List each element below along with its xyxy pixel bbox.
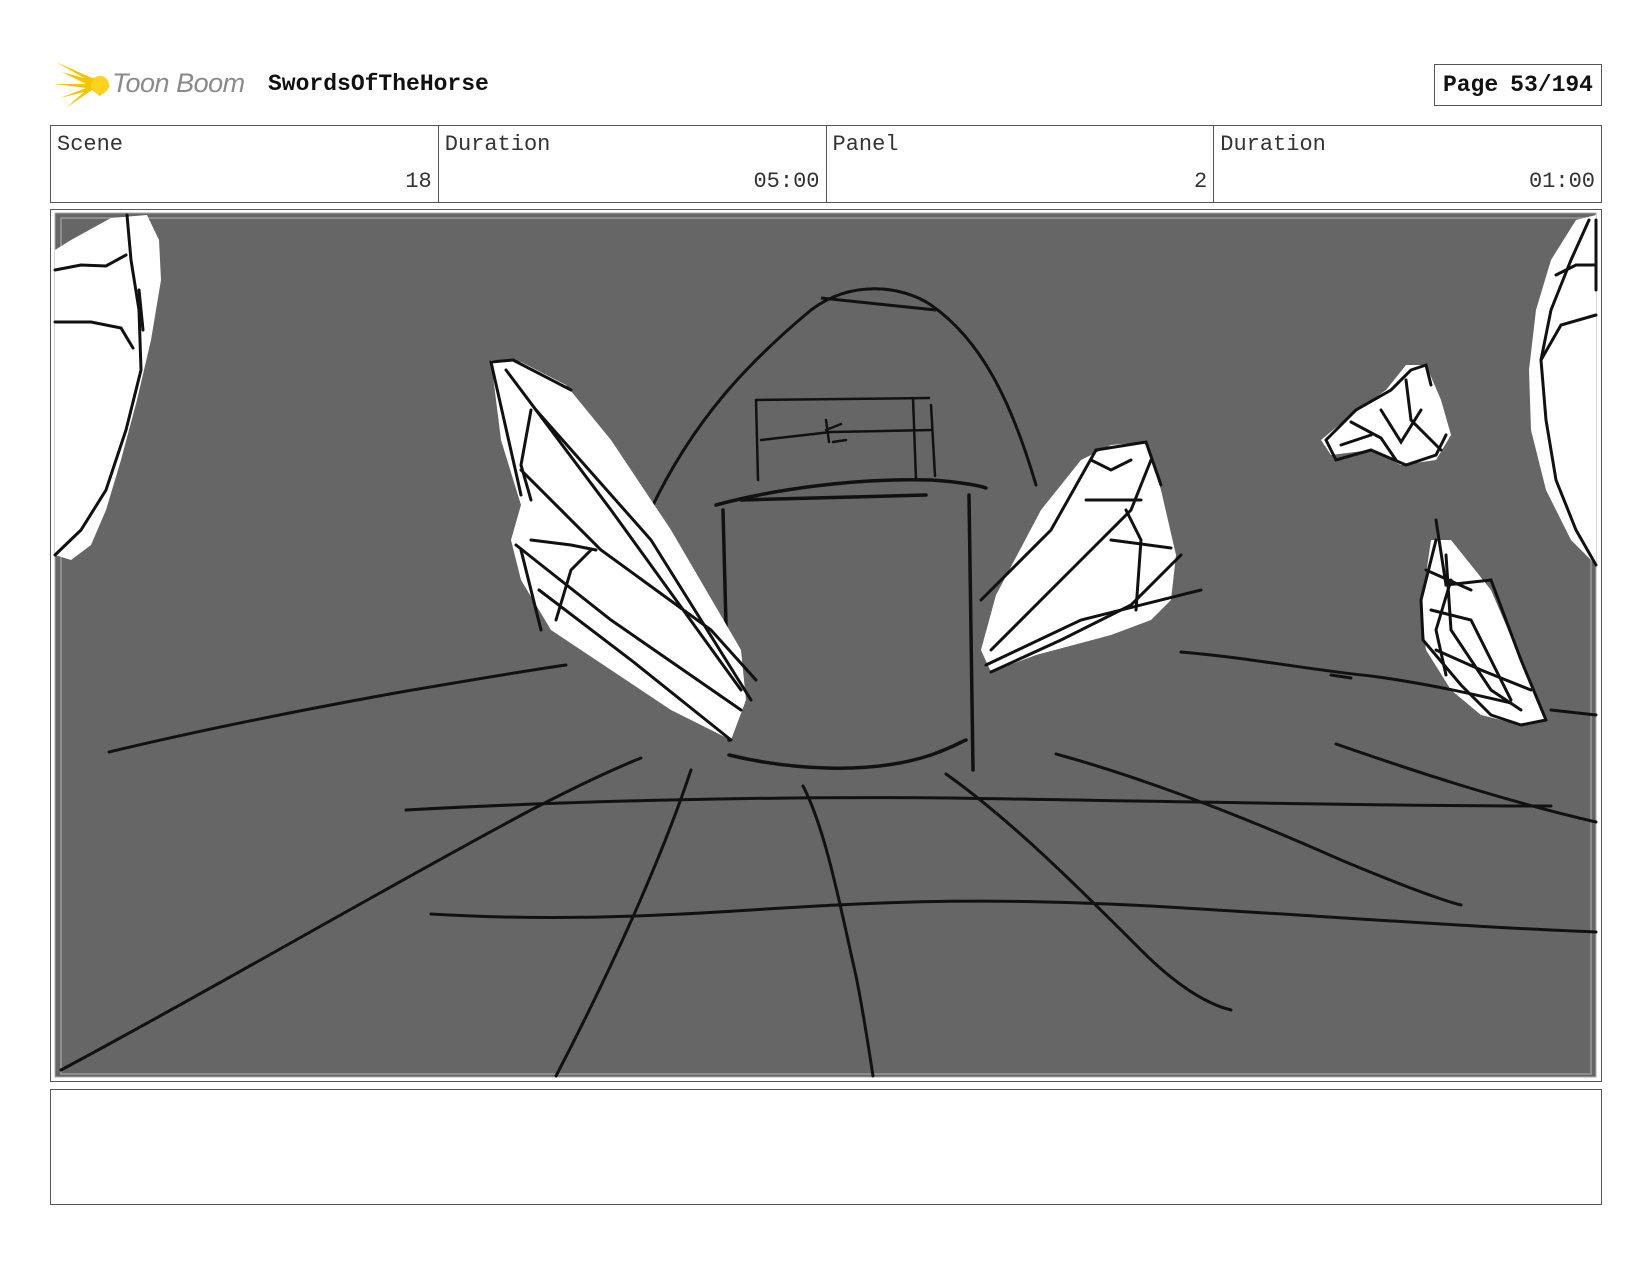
- scene-duration-value: 05:00: [753, 169, 820, 194]
- scene-duration-cell: Duration 05:00: [439, 126, 827, 202]
- scene-duration-label: Duration: [444, 132, 551, 157]
- page-header: Toon Boom SwordsOfTheHorse Page 53/194: [50, 56, 1602, 112]
- panel-value: 2: [1194, 169, 1208, 194]
- page-number: 53/194: [1510, 72, 1593, 98]
- scene-label: Scene: [57, 132, 124, 157]
- scene-value: 18: [405, 169, 432, 194]
- panel-duration-value: 01:00: [1528, 169, 1595, 194]
- starburst-icon: [54, 62, 110, 108]
- project-title: SwordsOfTheHorse: [268, 71, 489, 97]
- panel-sketch: [53, 212, 1598, 1078]
- sketch-background: [54, 212, 1597, 1078]
- brand-name: Toon Boom: [112, 68, 245, 98]
- panel-duration-cell: Duration 01:00: [1214, 126, 1601, 202]
- storyboard-panel: [50, 209, 1602, 1082]
- scene-info-table: Scene 18 Duration 05:00 Panel 2 Duration…: [50, 125, 1602, 203]
- panel-label: Panel: [832, 132, 899, 157]
- toon-boom-logo: Toon Boom: [54, 58, 254, 110]
- page-label: Page: [1442, 72, 1499, 98]
- page-indicator: Page 53/194: [1433, 64, 1602, 106]
- panel-notes: [50, 1089, 1602, 1205]
- scene-cell: Scene 18: [51, 126, 439, 202]
- panel-cell: Panel 2: [827, 126, 1215, 202]
- panel-duration-label: Duration: [1220, 132, 1326, 157]
